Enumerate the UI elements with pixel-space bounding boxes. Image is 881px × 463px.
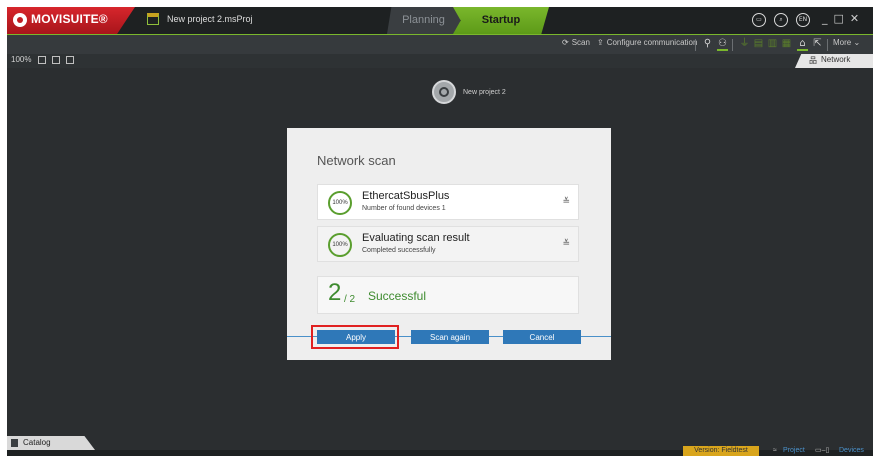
sew-logo-icon xyxy=(13,13,27,27)
configure-communication-button[interactable]: ⇪ Configure communication xyxy=(597,38,697,47)
plug-icon: ⇪ xyxy=(597,38,604,47)
project-node-icon[interactable] xyxy=(432,80,456,104)
expand-chevron-icon[interactable]: ≚ xyxy=(562,197,570,207)
result-status: Successful xyxy=(368,289,427,303)
mode-switcher: Planning Startup xyxy=(387,7,557,34)
catalog-tab[interactable]: Catalog xyxy=(7,436,95,450)
cancel-button[interactable]: Cancel xyxy=(503,330,581,344)
progress-ring: 100% xyxy=(328,233,352,257)
app-window: MOVISUITE® New project 2.msProj Planning… xyxy=(7,7,873,456)
tree-icon[interactable]: ⚲ xyxy=(702,38,713,49)
brand-banner: MOVISUITE® xyxy=(7,7,135,34)
result-count: 2 xyxy=(328,279,342,306)
brand-name: MOVISUITE® xyxy=(31,12,108,26)
user-icon[interactable]: ⚇ xyxy=(717,38,728,51)
dialog-title: Network scan xyxy=(317,153,396,168)
project-file-name: New project 2.msProj xyxy=(167,14,253,24)
project-node-label: New project 2 xyxy=(463,89,506,96)
monitor-icon[interactable]: ▭ xyxy=(752,13,766,27)
expand-chevron-icon[interactable]: ≚ xyxy=(562,239,570,249)
project-devices-icon: ▭–▯ xyxy=(815,447,830,454)
window-controls: _ □ ✕ xyxy=(822,12,859,25)
tab-network[interactable]: 品 Network xyxy=(795,54,873,68)
project-link[interactable]: Project xyxy=(783,446,805,456)
apply-highlight-box xyxy=(311,325,399,349)
zoom-out-icon[interactable] xyxy=(38,56,46,64)
title-icons: ▭ ⌕ EN xyxy=(752,13,810,27)
scan-item-ethercat[interactable]: 100% EthercatSbusPlus Number of found de… xyxy=(317,184,579,220)
result-total: / 2 xyxy=(344,294,356,305)
home-icon[interactable]: ⌂ xyxy=(797,38,808,51)
title-bar: MOVISUITE® New project 2.msProj Planning… xyxy=(7,7,873,34)
delete-icon[interactable]: ▦ xyxy=(781,38,792,49)
tab-startup[interactable]: Startup xyxy=(453,7,549,34)
export-icon[interactable]: ⇱ xyxy=(812,38,823,49)
version-badge: Version: Fieldtest xyxy=(683,446,759,456)
scan-item-name: EthercatSbusPlus xyxy=(362,190,450,202)
scan-again-button[interactable]: Scan again xyxy=(411,330,489,344)
filter-icon[interactable]: ⏚ xyxy=(739,38,750,49)
maximize-icon[interactable]: □ xyxy=(834,12,844,25)
scan-item-detail: Completed successfully xyxy=(362,247,436,254)
scan-item-detail: Number of found devices 1 xyxy=(362,205,446,212)
toolbar-divider xyxy=(827,39,828,51)
catalog-icon xyxy=(11,439,18,447)
close-icon[interactable]: ✕ xyxy=(850,12,859,25)
network-scan-dialog: Network scan 100% EthercatSbusPlus Numbe… xyxy=(287,128,611,360)
scan-button[interactable]: ⟳ Scan xyxy=(562,38,590,47)
copy-icon[interactable]: ▤ xyxy=(753,38,764,49)
more-menu[interactable]: More ⌄ xyxy=(833,38,860,47)
scan-result-summary: 2 / 2 Successful xyxy=(317,276,579,314)
scan-item-evaluation[interactable]: 100% Evaluating scan result Completed su… xyxy=(317,226,579,262)
toolbar-divider xyxy=(732,39,733,51)
progress-ring: 100% xyxy=(328,191,352,215)
network-canvas[interactable]: New project 2 Network scan 100% Ethercat… xyxy=(7,68,873,436)
scan-icon: ⟳ xyxy=(562,38,569,47)
devices-link[interactable]: Devices xyxy=(839,446,864,456)
toolbar: ⟳ Scan ⇪ Configure communication ⚲ ⚇ ⏚ ▤ ▥… xyxy=(7,34,873,55)
minimize-icon[interactable]: _ xyxy=(822,12,828,25)
toolbar-divider xyxy=(695,39,696,51)
zoom-in-icon[interactable] xyxy=(66,56,74,64)
chevron-down-icon: ⌄ xyxy=(853,38,861,47)
network-icon: 品 xyxy=(809,56,817,65)
project-file-icon xyxy=(147,13,159,25)
paste-icon[interactable]: ▥ xyxy=(767,38,778,49)
tab-planning[interactable]: Planning xyxy=(387,7,460,34)
search-icon[interactable]: ⌕ xyxy=(774,13,788,27)
zoom-level: 100% xyxy=(11,55,32,64)
scan-item-name: Evaluating scan result xyxy=(362,232,470,244)
language-button[interactable]: EN xyxy=(796,13,810,27)
view-bar: 100% xyxy=(7,54,873,68)
collapse-icon[interactable]: ≈ xyxy=(773,446,777,456)
zoom-fit-icon[interactable] xyxy=(52,56,60,64)
